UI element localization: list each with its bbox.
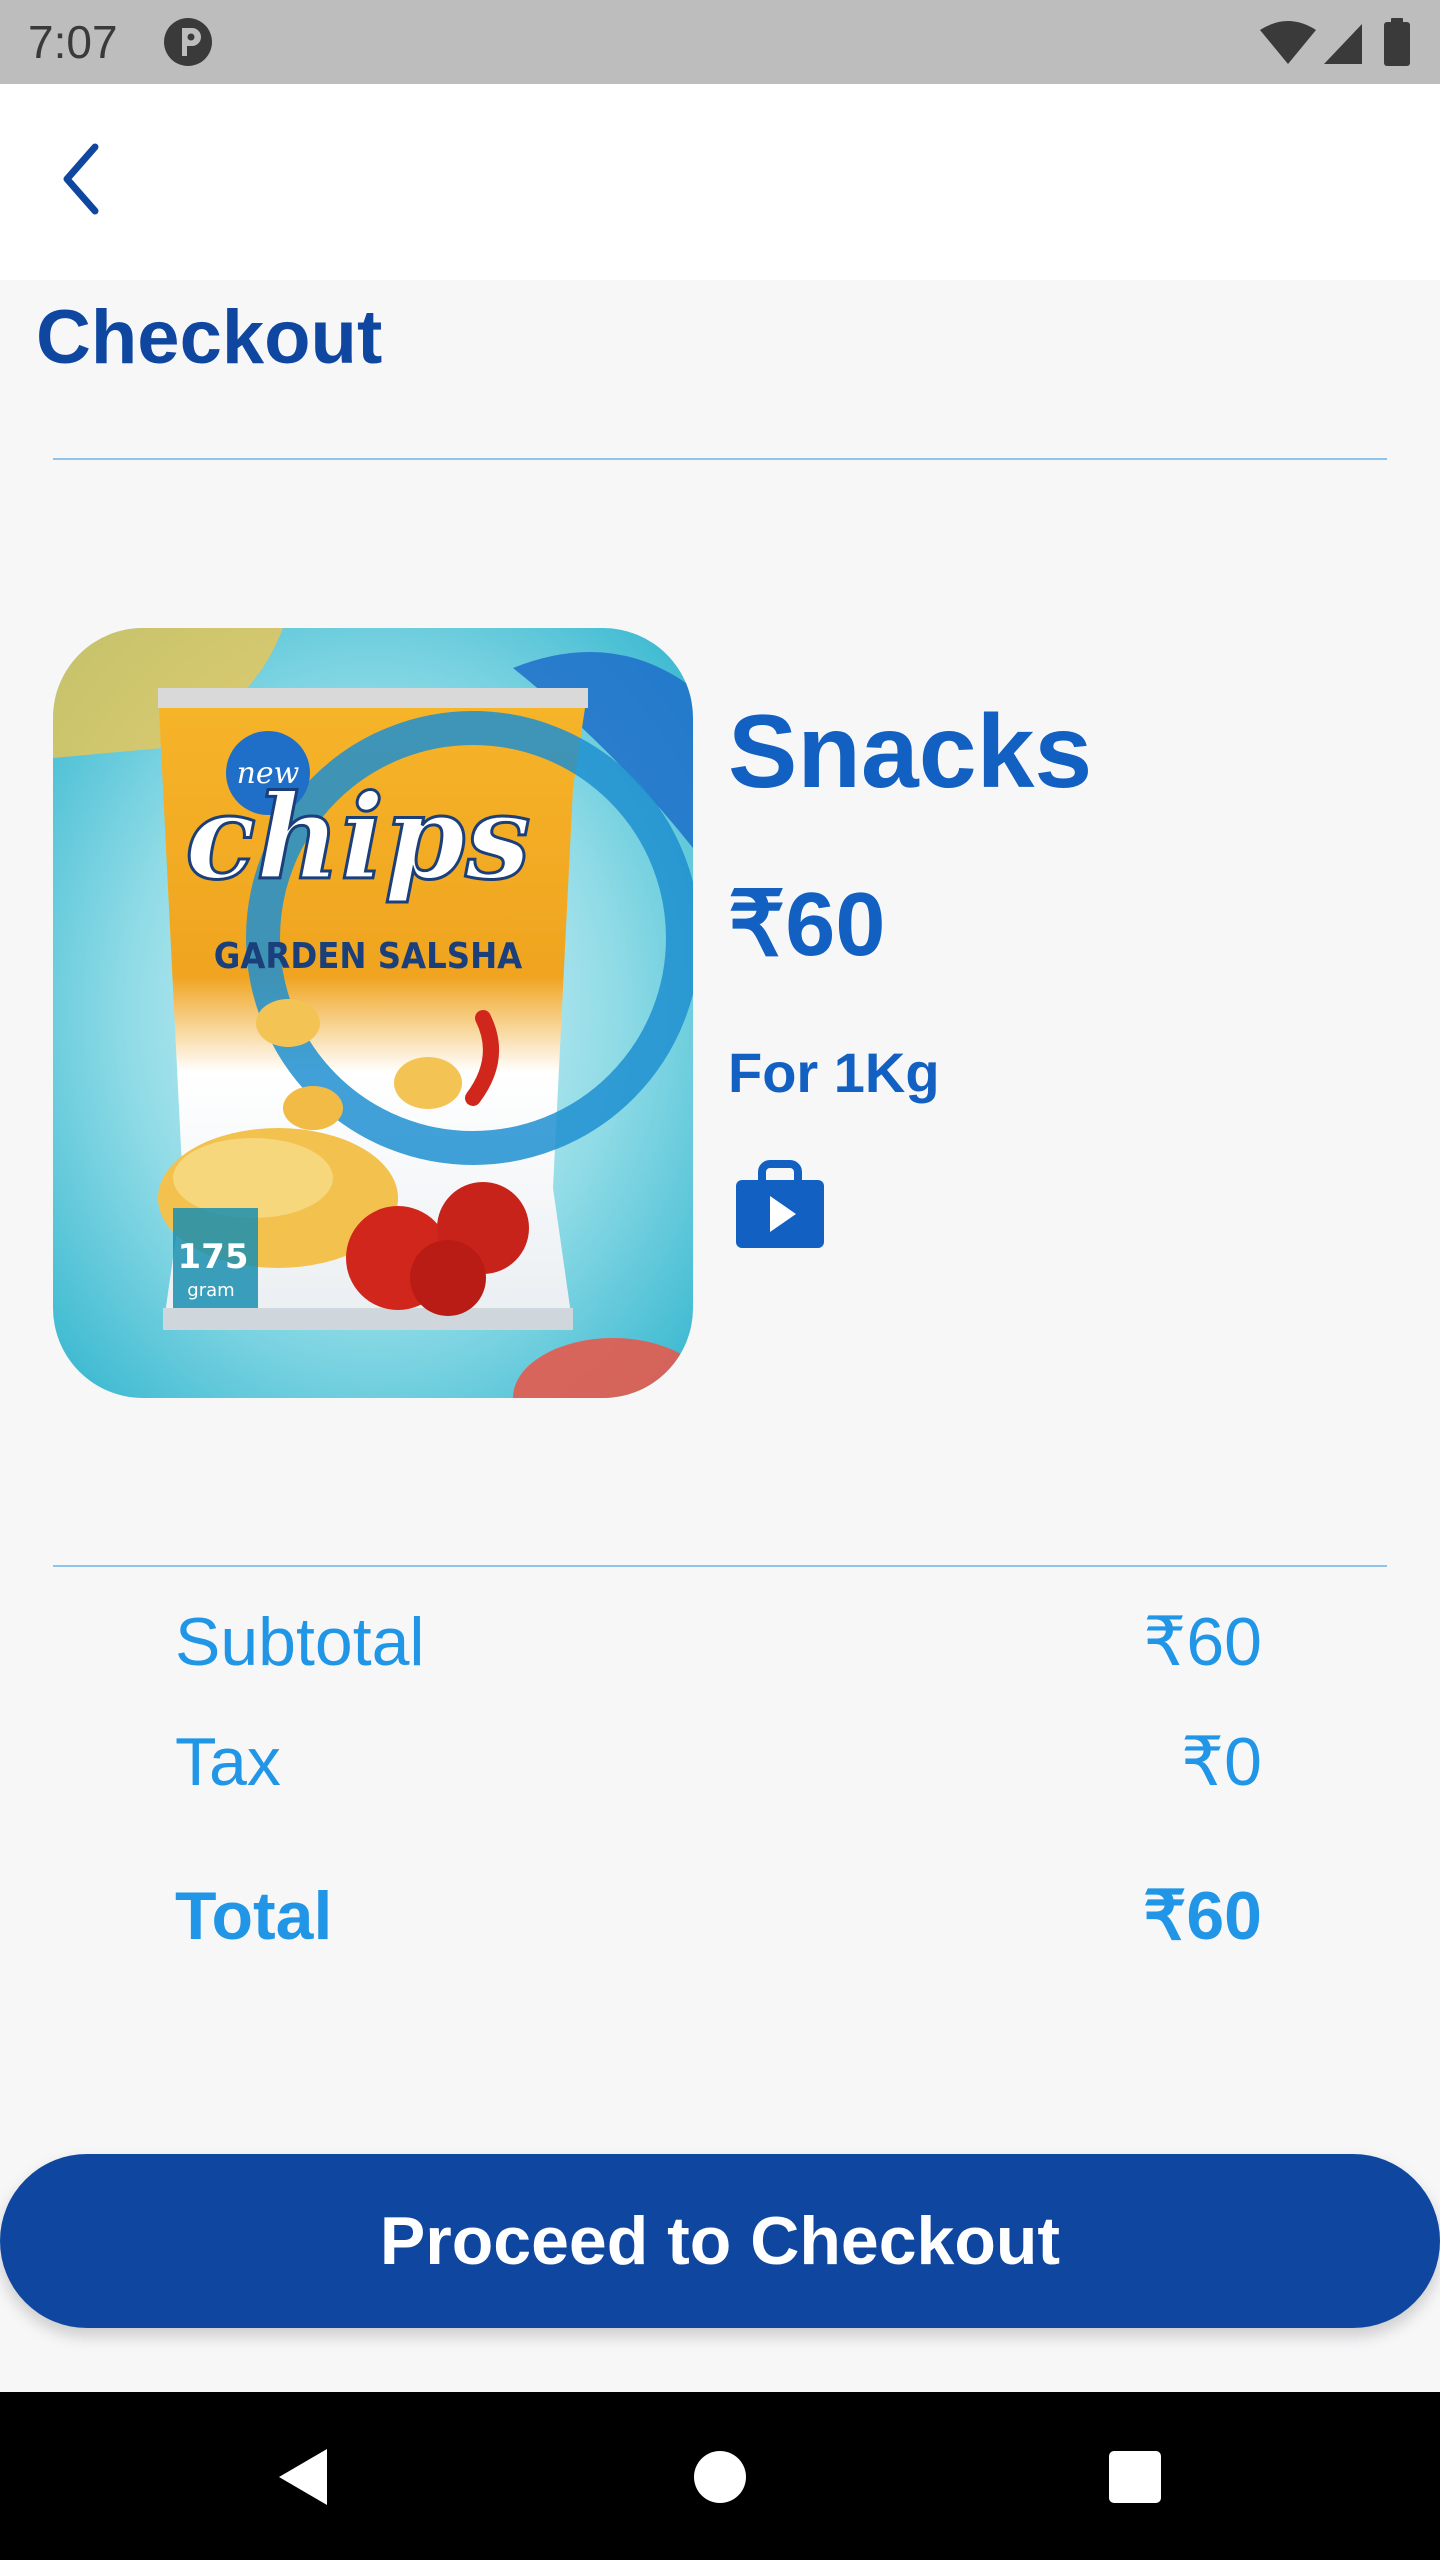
bag-weight-value: 175 bbox=[178, 1237, 249, 1277]
chips-packet-image: new chips GARDEN SALSHA 175 gram bbox=[53, 628, 693, 1398]
triangle-back-icon bbox=[279, 2449, 327, 2505]
back-button[interactable] bbox=[38, 134, 128, 224]
total-value: ₹60 bbox=[1143, 1878, 1262, 1954]
navigation-bar bbox=[0, 2392, 1440, 2560]
circle-home-icon bbox=[694, 2451, 746, 2503]
product-price: ₹60 bbox=[728, 875, 886, 975]
square-recents-icon bbox=[1109, 2451, 1161, 2503]
wifi-icon bbox=[1260, 21, 1316, 64]
product-image: new chips GARDEN SALSHA 175 gram bbox=[53, 628, 693, 1398]
subtotal-value: ₹60 bbox=[1143, 1604, 1262, 1680]
nav-back-button[interactable] bbox=[258, 2432, 348, 2522]
divider-top bbox=[53, 458, 1387, 460]
status-bar: 7:07 bbox=[0, 0, 1440, 84]
nav-recents-button[interactable] bbox=[1090, 2432, 1180, 2522]
app-bar bbox=[0, 84, 1440, 280]
checkout-button-label: Proceed to Checkout bbox=[379, 2203, 1061, 2279]
checkout-screen: 7:07 Checkout new chips GARDEN SALSHA 17… bbox=[0, 0, 1440, 2560]
subtotal-label: Subtotal bbox=[175, 1604, 425, 1680]
status-icons bbox=[1260, 18, 1410, 66]
product-name: Snacks bbox=[728, 694, 1093, 810]
proceed-to-checkout-button[interactable]: Proceed to Checkout bbox=[0, 2154, 1440, 2328]
page-title: Checkout bbox=[36, 295, 383, 380]
status-time: 7:07 bbox=[28, 16, 118, 68]
app-notification-icon bbox=[164, 18, 212, 66]
divider-bottom bbox=[53, 1565, 1387, 1567]
signal-icon bbox=[1324, 24, 1362, 64]
shopping-bag-play-icon[interactable] bbox=[734, 1158, 826, 1250]
nav-home-button[interactable] bbox=[675, 2432, 765, 2522]
battery-icon bbox=[1384, 22, 1410, 66]
product-unit: For 1Kg bbox=[728, 1041, 940, 1104]
bag-weight-unit: gram bbox=[187, 1280, 234, 1301]
tax-label: Tax bbox=[175, 1724, 281, 1800]
bag-brand-text: chips bbox=[185, 770, 530, 906]
total-label: Total bbox=[175, 1878, 333, 1954]
bag-flavor-text: GARDEN SALSHA bbox=[214, 936, 523, 977]
chevron-left-icon bbox=[63, 143, 99, 215]
tax-value: ₹0 bbox=[1180, 1724, 1262, 1800]
